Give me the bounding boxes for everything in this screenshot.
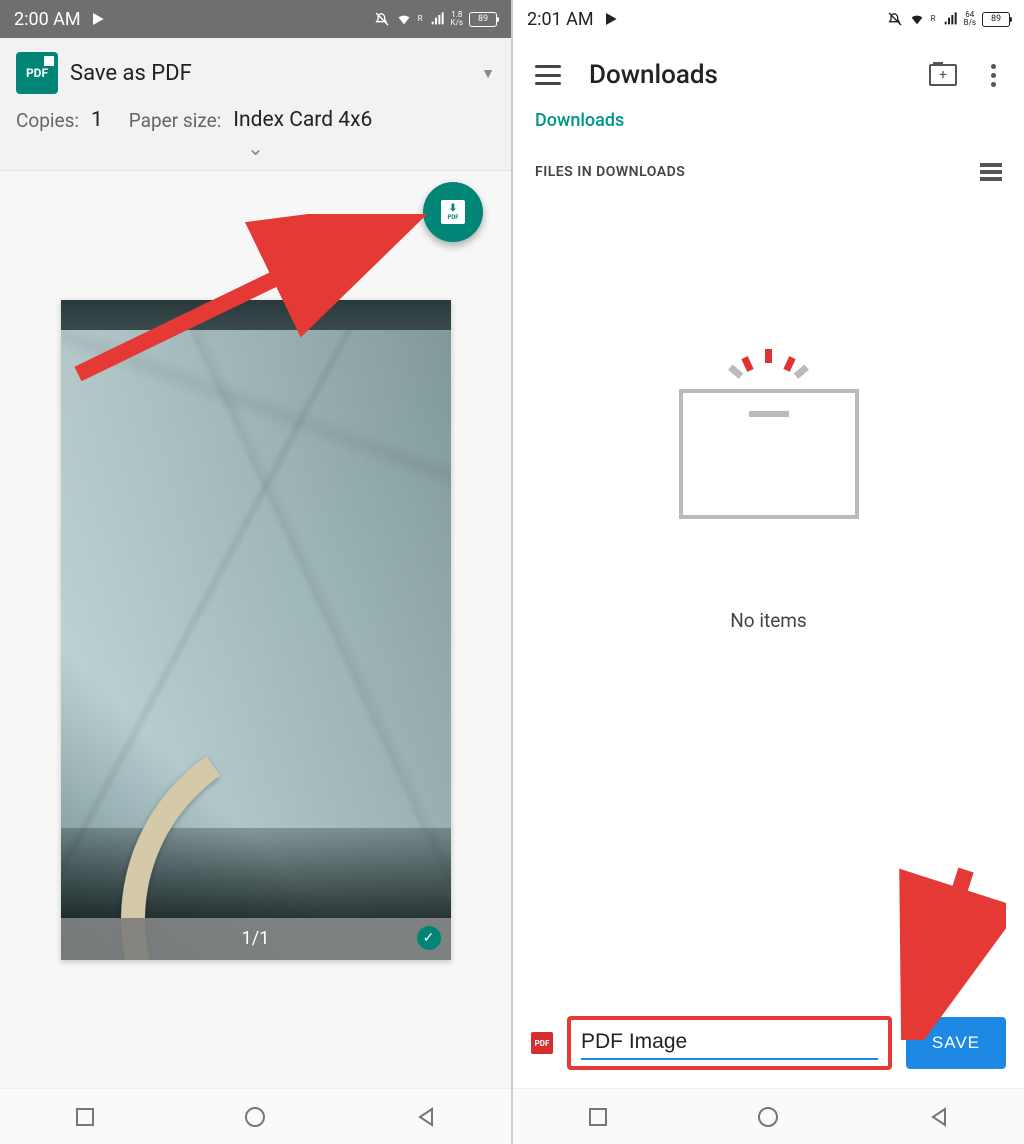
wifi-icon: [396, 11, 412, 27]
recent-apps-button[interactable]: [73, 1105, 97, 1129]
copies-value[interactable]: 1: [91, 108, 103, 132]
copies-label: Copies:: [16, 109, 79, 132]
section-label: FILES IN DOWNLOADS: [535, 164, 685, 180]
download-pdf-icon: ⬇ PDF: [441, 200, 465, 224]
nav-bar: [513, 1088, 1024, 1144]
list-view-toggle-icon[interactable]: [980, 163, 1002, 181]
filename-highlight: [567, 1016, 892, 1070]
home-button[interactable]: [243, 1105, 267, 1129]
pdf-file-icon: PDF: [531, 1032, 553, 1054]
page-selected-check-icon[interactable]: ✓: [417, 926, 441, 950]
back-button[interactable]: [414, 1105, 438, 1129]
back-button[interactable]: [927, 1105, 951, 1129]
print-preview-area[interactable]: 1/1 ✓: [0, 171, 511, 1088]
new-folder-icon[interactable]: +: [929, 64, 957, 86]
status-bar-left: 2:00 AM R 1.8: [0, 0, 511, 38]
printer-select-row[interactable]: PDF Save as PDF ▼: [16, 52, 495, 94]
dnd-icon: [887, 11, 903, 27]
paper-size-label: Paper size:: [129, 109, 222, 132]
save-button[interactable]: SAVE: [906, 1017, 1006, 1069]
print-options-header: PDF Save as PDF ▼ Copies: 1 Paper size: …: [0, 38, 511, 171]
wifi-icon: [909, 11, 925, 27]
empty-state-text: No items: [730, 609, 806, 632]
roaming-indicator: R: [418, 15, 423, 23]
net-rate: 1.8 K/s: [451, 11, 463, 27]
pdf-icon: PDF: [16, 52, 58, 94]
empty-confetti-icon: [723, 311, 814, 371]
empty-state: No items: [513, 191, 1024, 1002]
nav-bar: [0, 1088, 511, 1144]
printer-target-label: Save as PDF: [70, 61, 469, 86]
chevron-down-icon: ▼: [481, 65, 495, 82]
net-rate: 64 B/s: [964, 11, 976, 27]
status-time: 2:01 AM: [527, 9, 594, 30]
roaming-indicator: R: [931, 15, 936, 23]
page-indicator: 1/1: [242, 928, 270, 949]
battery-indicator: 89: [982, 12, 1010, 27]
signal-icon: [942, 11, 958, 27]
battery-indicator: 89: [469, 12, 497, 27]
paper-size-value[interactable]: Index Card 4x6: [233, 108, 372, 132]
signal-icon: [429, 11, 445, 27]
save-bar: PDF SAVE: [513, 1002, 1024, 1088]
status-bar-right: 2:01 AM R 64 B/s: [513, 0, 1024, 38]
preview-page[interactable]: 1/1 ✓: [61, 300, 451, 960]
save-pdf-fab[interactable]: ⬇ PDF: [423, 182, 483, 242]
home-button[interactable]: [756, 1105, 780, 1129]
empty-box-icon: [679, 389, 859, 519]
page-title: Downloads: [589, 60, 901, 90]
dnd-icon: [374, 11, 390, 27]
more-options-icon[interactable]: [985, 64, 1002, 87]
expand-options-icon[interactable]: ⌄: [16, 132, 495, 164]
filename-input[interactable]: [581, 1026, 878, 1060]
downloads-header: Downloads +: [513, 38, 1024, 100]
recent-apps-button[interactable]: [586, 1105, 610, 1129]
play-store-icon: [604, 11, 620, 27]
status-time: 2:00 AM: [14, 9, 81, 30]
menu-icon[interactable]: [535, 65, 561, 85]
breadcrumb[interactable]: Downloads: [513, 100, 1024, 141]
play-store-icon: [91, 11, 107, 27]
